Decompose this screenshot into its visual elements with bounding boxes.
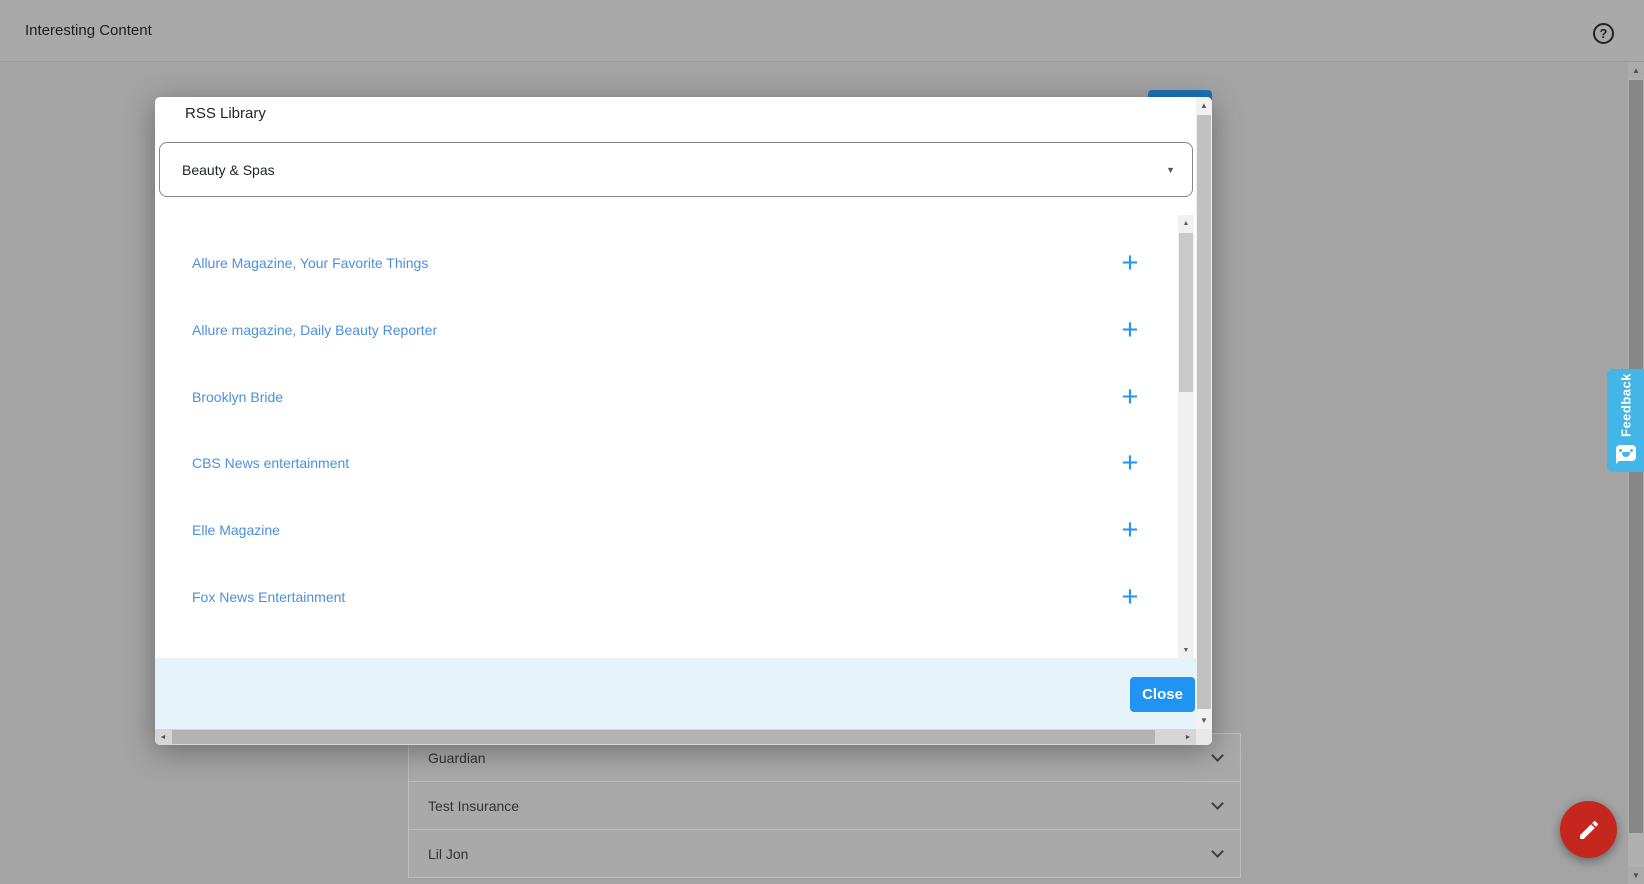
- plus-icon: +: [1121, 447, 1139, 479]
- add-feed-button[interactable]: +: [1113, 510, 1147, 550]
- feed-list-scrollbar[interactable]: ▲ ▼: [1178, 215, 1194, 658]
- feed-link[interactable]: CBS News entertainment: [192, 455, 349, 471]
- scroll-left-icon[interactable]: ◄: [155, 729, 171, 745]
- dropdown-caret-icon: ▼: [1166, 165, 1175, 175]
- accordion-label: Guardian: [428, 749, 486, 766]
- accordion-row-test-insurance[interactable]: Test Insurance: [409, 782, 1240, 830]
- modal-hscrollbar-thumb[interactable]: [172, 730, 1155, 744]
- add-feed-button[interactable]: +: [1113, 577, 1147, 617]
- modal-horizontal-scrollbar[interactable]: ◄ ►: [155, 729, 1196, 745]
- add-feed-button[interactable]: +: [1113, 377, 1147, 417]
- accordion-row-lil-jon[interactable]: Lil Jon: [409, 830, 1240, 878]
- scroll-up-icon[interactable]: ▲: [1628, 62, 1644, 79]
- accordion-label: Test Insurance: [428, 797, 520, 814]
- feed-row: Fox News Entertainment +: [155, 577, 1196, 617]
- category-dropdown[interactable]: Beauty & Spas ▼: [159, 142, 1193, 197]
- feed-link[interactable]: Allure magazine, Daily Beauty Reporter: [192, 322, 437, 338]
- category-dropdown-value: Beauty & Spas: [182, 161, 275, 178]
- background-accordion: Guardian Test Insurance Lil Jon: [408, 733, 1241, 878]
- modal-footer: Close: [155, 658, 1196, 729]
- feed-row: Allure magazine, Daily Beauty Reporter +: [155, 310, 1196, 350]
- edit-fab-button[interactable]: [1560, 801, 1617, 858]
- accordion-label: Lil Jon: [428, 845, 469, 862]
- add-feed-button[interactable]: +: [1113, 243, 1147, 283]
- help-icon[interactable]: ?: [1593, 23, 1614, 44]
- feed-row: Brooklyn Bride +: [155, 377, 1196, 417]
- add-feed-button[interactable]: +: [1113, 310, 1147, 350]
- feed-list-scrollbar-thumb[interactable]: [1179, 233, 1193, 392]
- feed-row: CBS News entertainment +: [155, 443, 1196, 483]
- pencil-icon: [1579, 820, 1598, 839]
- scroll-down-icon[interactable]: ▼: [1178, 642, 1194, 658]
- chevron-down-icon: [1211, 845, 1224, 858]
- scroll-up-icon[interactable]: ▲: [1178, 215, 1194, 231]
- page-title: Interesting Content: [25, 22, 152, 39]
- feed-link[interactable]: Elle Magazine: [192, 522, 280, 538]
- scroll-down-icon[interactable]: ▼: [1628, 867, 1644, 884]
- page-vertical-scrollbar[interactable]: ▲ ▼: [1628, 62, 1644, 884]
- add-feed-button[interactable]: +: [1113, 443, 1147, 483]
- app-header: Interesting Content: [0, 0, 1644, 62]
- close-button[interactable]: Close: [1130, 677, 1195, 712]
- feed-row: Allure Magazine, Your Favorite Things +: [155, 243, 1196, 283]
- modal-vertical-scrollbar[interactable]: ▲ ▼: [1196, 97, 1212, 729]
- feed-link[interactable]: Allure Magazine, Your Favorite Things: [192, 255, 428, 271]
- feedback-tab-label: Feedback: [1618, 373, 1633, 437]
- scroll-right-icon[interactable]: ►: [1180, 729, 1196, 745]
- plus-icon: +: [1121, 581, 1139, 613]
- plus-icon: +: [1121, 247, 1139, 279]
- feed-link[interactable]: Brooklyn Bride: [192, 389, 283, 405]
- plus-icon: +: [1121, 314, 1139, 346]
- chevron-down-icon: [1211, 749, 1224, 762]
- feed-link[interactable]: Fox News Entertainment: [192, 589, 345, 605]
- plus-icon: +: [1121, 381, 1139, 413]
- modal-scrollbar-thumb[interactable]: [1197, 115, 1211, 709]
- question-mark-glyph: ?: [1599, 26, 1608, 41]
- rss-library-modal: RSS Library Beauty & Spas ▼ Allure Magaz…: [155, 97, 1212, 745]
- scroll-up-icon[interactable]: ▲: [1196, 97, 1212, 114]
- scrollbar-corner: [1196, 729, 1212, 745]
- modal-title: RSS Library: [185, 105, 266, 122]
- chevron-down-icon: [1211, 797, 1224, 810]
- feed-row: Elle Magazine +: [155, 510, 1196, 550]
- feedback-tab[interactable]: Feedback: [1607, 369, 1644, 472]
- scroll-down-icon[interactable]: ▼: [1196, 712, 1212, 729]
- plus-icon: +: [1121, 514, 1139, 546]
- feedback-smiley-tail: [1616, 459, 1621, 464]
